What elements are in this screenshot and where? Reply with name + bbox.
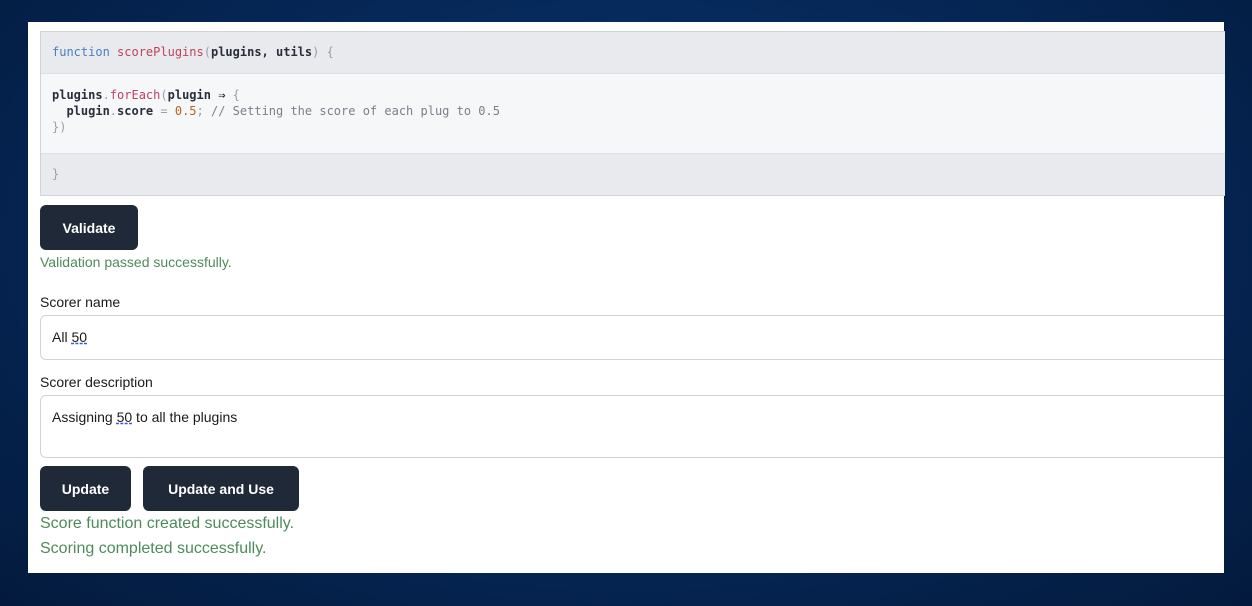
code-keyword: function	[52, 45, 110, 59]
validation-message: Validation passed successfully.	[40, 254, 232, 270]
update-button[interactable]: Update	[40, 466, 131, 511]
scorer-name-highlight: 50	[71, 329, 88, 345]
scorer-editor-panel: function scorePlugins(plugins, utils) { …	[28, 22, 1225, 573]
code-editor[interactable]: function scorePlugins(plugins, utils) { …	[40, 31, 1225, 196]
code-function-name: scorePlugins	[117, 45, 204, 59]
code-token: 0.5	[174, 104, 197, 118]
scorer-description-text-end: to all the plugins	[132, 409, 238, 425]
code-header-line: function scorePlugins(plugins, utils) {	[41, 32, 1225, 74]
scorer-description-textarea[interactable]: Assigning 50 to all the plugins	[40, 395, 1224, 458]
code-token: plugins	[52, 88, 103, 102]
scorer-name-input[interactable]: All 50	[40, 315, 1224, 360]
code-token: {	[232, 88, 240, 102]
validate-button-label: Validate	[62, 219, 116, 236]
code-token: =	[153, 104, 175, 118]
code-line: })	[52, 119, 1225, 135]
code-token: forEach	[109, 88, 161, 102]
update-and-use-button[interactable]: Update and Use	[143, 466, 299, 511]
scorer-description-text: Assigning	[52, 409, 117, 425]
validate-button[interactable]: Validate	[40, 205, 138, 250]
code-token: score	[117, 104, 154, 118]
scorer-description-label: Scorer description	[40, 374, 153, 390]
code-line: plugins.forEach(plugin ⇒ {	[52, 87, 1225, 103]
scorer-description-highlight: 50	[116, 409, 133, 425]
code-args: plugins, utils	[210, 45, 313, 59]
code-token: ;	[196, 104, 204, 118]
update-and-use-button-label: Update and Use	[168, 480, 274, 497]
code-footer-line: }	[41, 153, 1225, 195]
code-paren: (	[203, 45, 211, 59]
code-token: (	[160, 88, 168, 102]
code-token: plugin ⇒	[167, 88, 233, 102]
code-line: plugin.score = 0.5; // Setting the score…	[52, 103, 1225, 119]
code-token: .	[109, 104, 118, 118]
code-body[interactable]: plugins.forEach(plugin ⇒ { plugin.score …	[41, 74, 1225, 153]
scorer-name-label: Scorer name	[40, 294, 121, 310]
code-token: plugin	[52, 104, 110, 118]
code-closing-brace: }	[52, 167, 60, 181]
scoring-completed-message: Scoring completed successfully.	[40, 540, 267, 557]
code-token: })	[52, 120, 67, 134]
scorer-name-text: All	[52, 329, 72, 345]
code-comment: // Setting the score of each plug to 0.5	[203, 104, 500, 118]
code-token: .	[102, 88, 110, 102]
score-created-message: Score function created successfully.	[40, 515, 295, 532]
code-close: ) {	[312, 45, 334, 59]
update-button-label: Update	[61, 480, 110, 497]
